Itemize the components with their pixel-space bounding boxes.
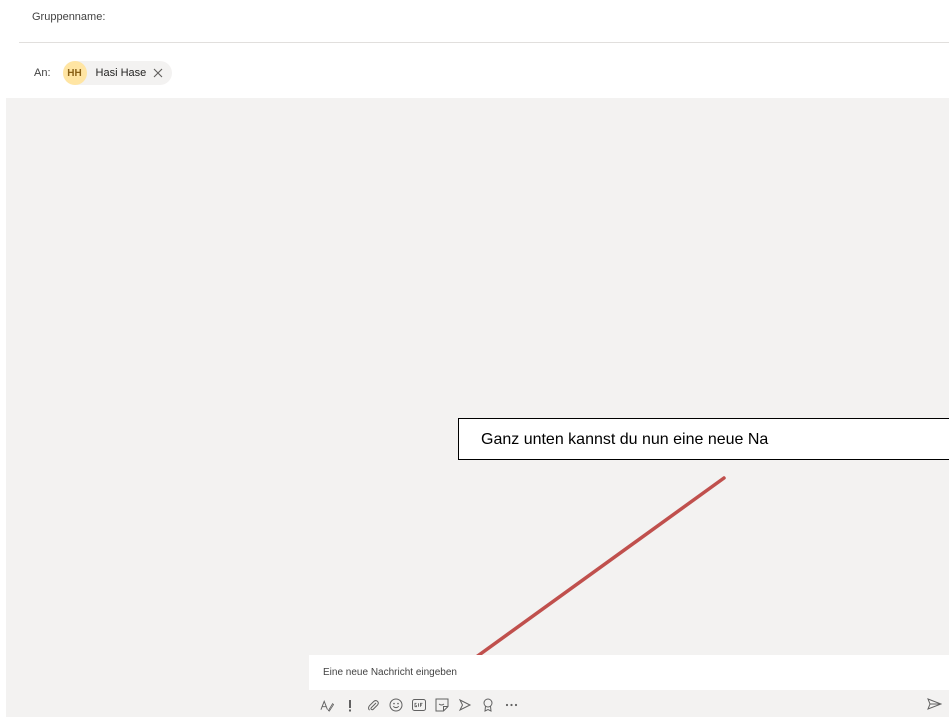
new-chat-header: Gruppenname: An: HH Hasi Hase (0, 0, 949, 98)
recipient-name: Hasi Hase (95, 67, 147, 79)
more-icon[interactable] (504, 698, 518, 712)
compose-toolbar (320, 696, 527, 714)
important-icon[interactable] (343, 698, 357, 712)
praise-icon[interactable] (481, 698, 495, 712)
header-divider (19, 42, 949, 43)
chat-window: Gruppenname: An: HH Hasi Hase Ganz unten… (0, 0, 949, 717)
conversation-area (6, 98, 949, 717)
group-name-label: Gruppenname: (32, 11, 106, 23)
send-icon[interactable] (926, 697, 942, 711)
close-icon[interactable] (153, 68, 163, 78)
gif-icon[interactable] (412, 698, 426, 712)
avatar: HH (62, 61, 87, 85)
recipient-row: An: HH Hasi Hase (34, 61, 173, 85)
compose-box (309, 655, 949, 690)
group-name-field[interactable]: Gruppenname: (32, 11, 105, 23)
message-input[interactable] (323, 655, 933, 690)
recipient-chip[interactable]: HH Hasi Hase (62, 61, 173, 85)
sticker-icon[interactable] (435, 698, 449, 712)
meet-icon[interactable] (458, 698, 472, 712)
format-icon[interactable] (320, 698, 334, 712)
annotation-callout: Ganz unten kannst du nun eine neue Na (458, 418, 949, 460)
attach-icon[interactable] (366, 698, 380, 712)
to-label: An: (34, 67, 51, 79)
annotation-text: Ganz unten kannst du nun eine neue Na (481, 431, 769, 448)
emoji-icon[interactable] (389, 698, 403, 712)
